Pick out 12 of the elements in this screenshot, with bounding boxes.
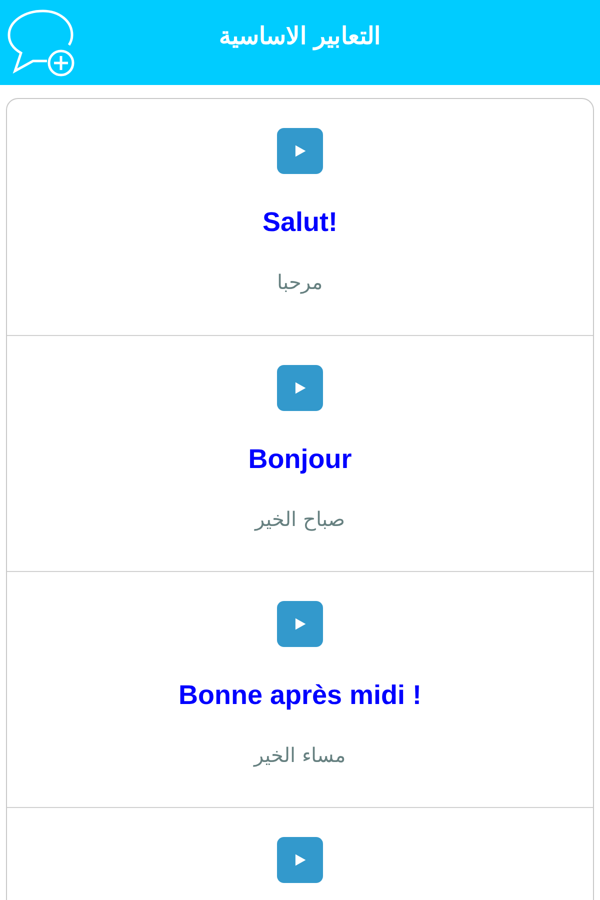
- chat-add-icon[interactable]: [7, 9, 75, 77]
- translation-text: مساء الخير: [254, 744, 346, 768]
- translation-text: مرحبا: [277, 271, 323, 295]
- play-button[interactable]: [277, 601, 323, 647]
- phrase-text: Bonne après midi !: [178, 680, 422, 711]
- play-button[interactable]: [277, 128, 323, 174]
- phrase-text: Salut!: [262, 207, 338, 238]
- play-button[interactable]: [277, 365, 323, 411]
- translation-text: صباح الخير: [255, 508, 345, 532]
- play-button[interactable]: [277, 837, 323, 883]
- screen-title: التعابير الاساسية: [218, 22, 382, 52]
- phrase-text: Bonjour: [248, 444, 352, 475]
